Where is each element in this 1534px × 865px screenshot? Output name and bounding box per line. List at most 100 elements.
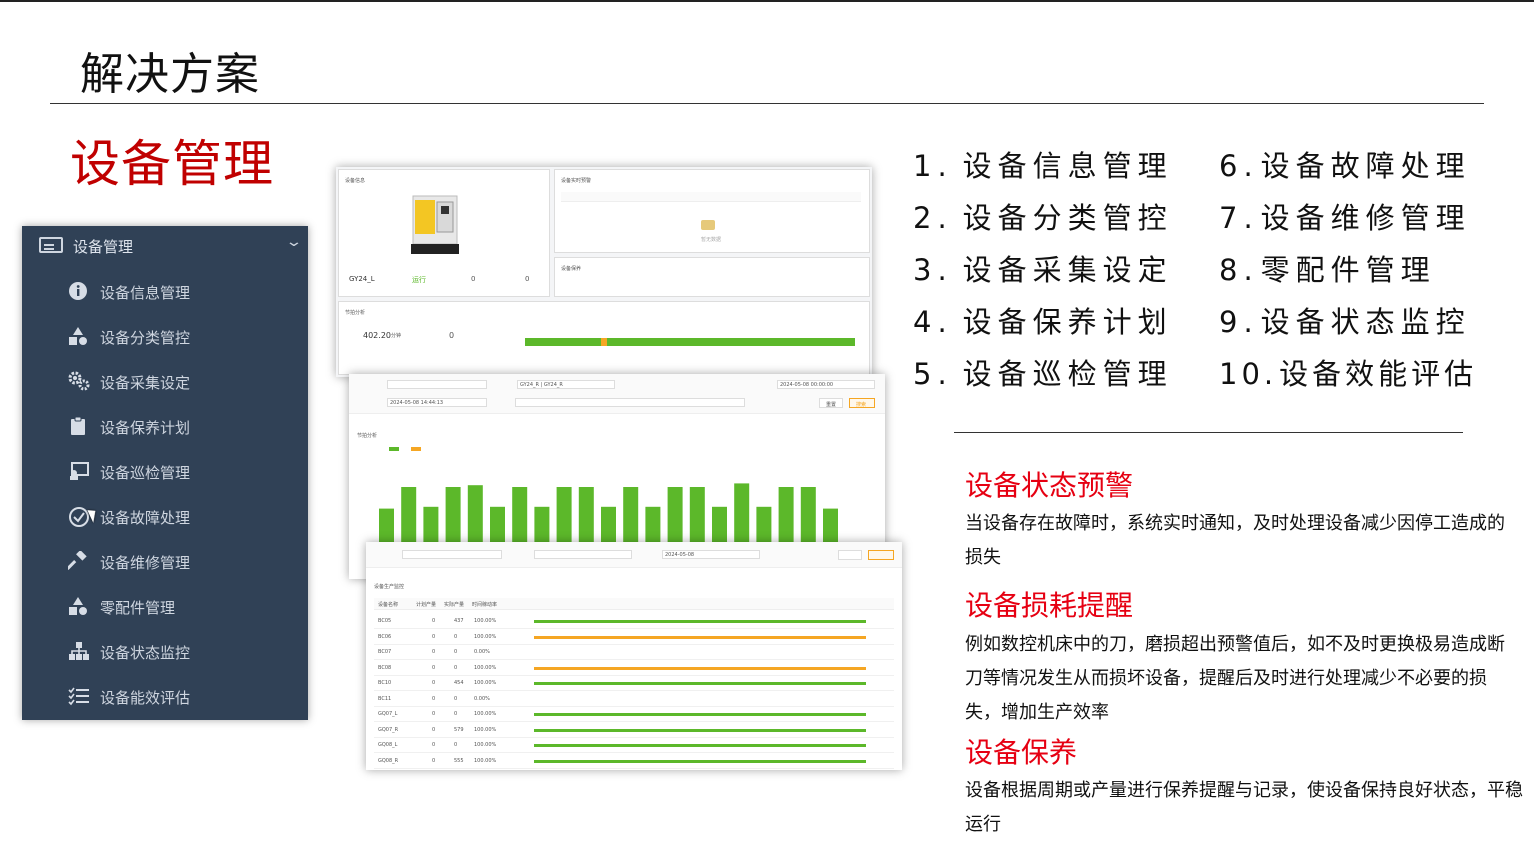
monitor-reset-button[interactable]: [838, 550, 862, 560]
search-label: 搜索: [856, 402, 867, 408]
cell-actual: 0: [454, 695, 458, 702]
table-row[interactable]: BC05 0 437 100.00%: [374, 614, 894, 629]
table-row[interactable]: BC10 0 454 100.00%: [374, 676, 894, 691]
table-row[interactable]: BC11 0 0 0.00%: [374, 692, 894, 707]
sidebar-header[interactable]: 设备管理 ⌄: [22, 226, 308, 266]
empty-box-icon: [701, 220, 715, 230]
cell-name: GQ08_R: [378, 757, 399, 764]
cnc-machine-image: [411, 195, 459, 254]
section-divider: [954, 432, 1463, 433]
feature-label: 设备巡检管理: [962, 357, 1173, 391]
feature-number: 2.: [913, 201, 953, 235]
timeline-bar: [534, 682, 866, 685]
sidebar-item-label: 设备维修管理: [100, 554, 191, 572]
sidebar-item-efficiency[interactable]: 设备能效评估: [22, 676, 308, 716]
shapes-icon: [68, 326, 88, 346]
gears-icon: [68, 371, 90, 391]
table-row[interactable]: BC07 0 0 0.00%: [374, 645, 894, 660]
cell-actual: 437: [454, 618, 464, 624]
idle-segment: [601, 338, 607, 346]
sidebar-header-label: 设备管理: [73, 238, 134, 256]
feature-number: 3.: [913, 253, 953, 287]
filter-bar: GY24_R | GY24_R 2024-05-08 00:00:00 2024…: [349, 374, 885, 414]
run-status-bar: [525, 338, 855, 346]
feature-label: 设备维修管理: [1260, 201, 1471, 235]
sidebar-item-fault-handling[interactable]: 设备故障处理: [22, 496, 308, 536]
sidebar-item-device-category[interactable]: 设备分类管控: [22, 316, 308, 356]
device-select[interactable]: GY24_R | GY24_R: [517, 380, 615, 389]
table-row[interactable]: BC08 0 0 100.00%: [374, 661, 894, 676]
timeline-bar: [534, 759, 866, 763]
machine-code: GY24_L: [349, 275, 375, 283]
realtime-alert-title: 设备实时预警: [561, 178, 592, 184]
cell-actual: 0: [454, 633, 458, 640]
cell-actual: 454: [454, 680, 464, 686]
search-field[interactable]: [387, 380, 487, 389]
table-row[interactable]: BC06 0 0 100.00%: [374, 630, 894, 645]
start-time-value: 2024-05-08 00:00:00: [780, 382, 834, 388]
sidebar-item-status-monitor[interactable]: 设备状态监控: [22, 631, 308, 671]
table-row[interactable]: GQ08_R 0 555 100.00%: [374, 754, 894, 769]
feature-number: 10.: [1219, 357, 1278, 391]
reset-button[interactable]: 重置: [819, 398, 843, 408]
sidebar-item-label: 设备能效评估: [100, 689, 191, 707]
feature-number: 1.: [913, 149, 953, 183]
cell-plan: 0: [432, 633, 436, 640]
table-row[interactable]: GQ07_R 0 579 100.00%: [374, 723, 894, 738]
beat-analysis-card: 节拍分析 402.20 分钟 0: [338, 301, 870, 375]
title-divider: [50, 103, 1484, 104]
monitor-date-value: 2024-05-08: [665, 552, 695, 558]
feature-item: 7.设备维修管理: [1219, 195, 1471, 237]
device-info-card: 设备信息 GY24_L 运行 0 0: [338, 169, 550, 297]
inspection-icon: [68, 461, 89, 481]
feature-label: 设备效能评估: [1279, 357, 1478, 391]
monitor-search-field[interactable]: [402, 550, 502, 559]
table-row[interactable]: GQ08_L 0 0 100.00%: [374, 738, 894, 753]
device-dashboard-screenshot: 设备信息 GY24_L 运行 0 0 设备实时预警 暂无数据 设备保养 节拍分析…: [336, 167, 872, 377]
sidebar-item-label: 零配件管理: [100, 599, 176, 617]
info-icon: [68, 281, 88, 301]
cell-plan: 0: [432, 664, 436, 671]
feature-item: 9.设备状态监控: [1219, 299, 1471, 341]
list-check-icon: [68, 686, 89, 706]
maintenance-card: 设备保养: [554, 257, 870, 297]
sidebar-item-device-info[interactable]: 设备信息管理: [22, 271, 308, 311]
sidebar-item-maintenance-plan[interactable]: 设备保养计划: [22, 406, 308, 446]
feature-label: 设备故障处理: [1260, 149, 1471, 183]
beat-chart-title: 节拍分析: [357, 433, 378, 439]
chevron-down-icon[interactable]: ⌄: [285, 234, 303, 250]
cell-plan: 0: [432, 680, 436, 686]
feature-item: 1. 设备信息管理: [913, 143, 1173, 185]
sidebar-item-inspection[interactable]: 设备巡检管理: [22, 451, 308, 491]
sidebar-item-label: 设备故障处理: [100, 509, 191, 527]
sidebar-item-spare-parts[interactable]: 零配件管理: [22, 586, 308, 626]
maintenance-title: 设备保养: [561, 266, 582, 272]
sidebar-item-label: 设备保养计划: [100, 419, 191, 437]
cell-actual: 0: [454, 664, 458, 671]
reset-label: 重置: [826, 402, 837, 408]
search-button[interactable]: 搜索: [849, 398, 875, 408]
sidebar-item-repair[interactable]: 设备维修管理: [22, 541, 308, 581]
program-input[interactable]: [515, 398, 745, 407]
table-row[interactable]: GQ07_L 0 0 100.00%: [374, 707, 894, 722]
sidebar-item-collection-setting[interactable]: 设备采集设定: [22, 361, 308, 401]
monitor-search-button[interactable]: [868, 550, 894, 560]
cell-plan: 0: [432, 695, 436, 702]
timeline-bar: [534, 698, 866, 701]
cell-actual: 0: [454, 711, 458, 717]
cell-rate: 100.00%: [474, 618, 497, 624]
plan-output: 0: [471, 275, 476, 283]
cell-rate: 0.00%: [474, 649, 490, 655]
date-input[interactable]: 2024-05-08 14:44:13: [387, 398, 487, 407]
start-time-input[interactable]: 2024-05-08 00:00:00: [777, 380, 875, 389]
sidebar-item-label: 设备状态监控: [100, 644, 191, 662]
section-title-wear: 设备损耗提醒: [965, 589, 1134, 622]
feature-item: 5. 设备巡检管理: [913, 351, 1173, 393]
cell-name: GQ07_L: [378, 711, 398, 717]
shapes-icon: [68, 596, 88, 616]
monitor-date-input[interactable]: 2024-05-08: [662, 550, 760, 559]
cell-rate: 100.00%: [474, 726, 497, 733]
cell-rate: 100.00%: [474, 633, 497, 640]
feature-label: 设备信息管理: [962, 149, 1173, 183]
monitor-device-select[interactable]: [534, 550, 632, 559]
